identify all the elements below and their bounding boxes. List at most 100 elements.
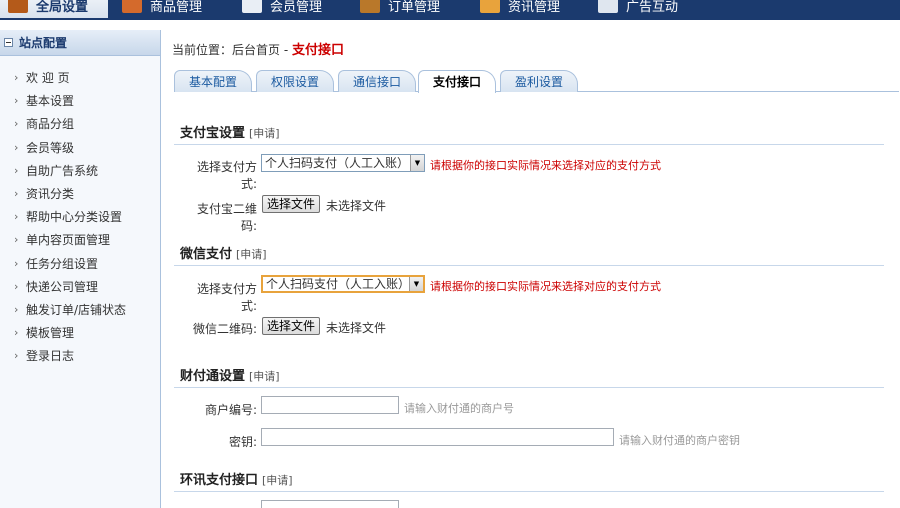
chevron-right-icon: ›: [14, 279, 19, 293]
sidebar-item-label: 任务分组设置: [26, 256, 99, 271]
tenpay-key-label: 密钥:: [228, 435, 257, 449]
chevron-right-icon: ›: [14, 349, 19, 363]
tenpay-merchant-label: 商户编号:: [204, 403, 257, 417]
sidebar-item-label: 登录日志: [26, 349, 75, 364]
list-icon: [598, 0, 618, 13]
wechat-method-hint: 请根据你的接口实际情况来选择对应的支付方式: [430, 280, 661, 293]
sidebar: 站点配置 › 欢 迎 页 › 基本设置 › 商品分组 › 会员等级 › 自助广告系统 › 资…: [0, 30, 161, 508]
chevron-right-icon: ›: [14, 163, 19, 177]
sidebar-item-label: 基本设置: [26, 94, 75, 109]
wechat-apply-link[interactable]: [申请]: [236, 248, 267, 261]
sidebar-item-member-level[interactable]: › 会员等级: [0, 136, 160, 159]
sidebar-item-trigger-status[interactable]: › 触发订单/店铺状态: [0, 298, 160, 321]
nav-global-settings[interactable]: 全局设置: [0, 0, 108, 18]
sidebar-item-news-category[interactable]: › 资讯分类: [0, 182, 160, 205]
sidebar-item-templates[interactable]: › 模板管理: [0, 321, 160, 344]
section-title-text: 财付通设置: [180, 369, 246, 384]
home-icon: [8, 0, 28, 13]
wallet-icon: [360, 0, 380, 13]
sidebar-item-express[interactable]: › 快递公司管理: [0, 275, 160, 298]
sidebar-item-goods-group[interactable]: › 商品分组: [0, 112, 160, 135]
nav-goods[interactable]: 商品管理: [122, 0, 202, 18]
huanxun-merchant-input[interactable]: [261, 500, 399, 508]
chevron-right-icon: ›: [14, 94, 19, 108]
tab-payment[interactable]: 支付接口: [418, 70, 497, 93]
sidebar-title: 站点配置: [19, 36, 68, 50]
sidebar-item-self-ads[interactable]: › 自助广告系统: [0, 159, 160, 182]
sidebar-item-single-page[interactable]: › 单内容页面管理: [0, 228, 160, 251]
nav-label: 会员管理: [270, 0, 323, 15]
grid-icon: [122, 0, 142, 13]
breadcrumb: 当前位置：后台首页 - 支付接口: [172, 39, 344, 58]
wechat-qr-label: 微信二维码:: [192, 322, 257, 336]
sidebar-item-help-category[interactable]: › 帮助中心分类设置: [0, 205, 160, 228]
user-card-icon: [242, 0, 262, 13]
main-content: 当前位置：后台首页 - 支付接口 基本配置 权限设置 通信接口 支付接口 盈利设…: [161, 30, 900, 508]
tenpay-key-input[interactable]: [261, 428, 614, 446]
nav-members[interactable]: 会员管理: [242, 0, 322, 18]
tab-basic-config[interactable]: 基本配置: [174, 70, 253, 92]
alipay-section-title: 支付宝设置 [申请]: [180, 122, 280, 141]
divider: [174, 491, 884, 492]
nav-label: 商品管理: [150, 0, 203, 15]
folder-icon: [480, 0, 500, 13]
sidebar-menu: › 欢 迎 页 › 基本设置 › 商品分组 › 会员等级 › 自助广告系统 › 资讯分类 ›…: [0, 56, 160, 367]
nav-label: 全局设置: [36, 0, 89, 15]
nav-ads[interactable]: 广告互动: [598, 0, 678, 18]
tenpay-merchant-input[interactable]: [261, 396, 399, 414]
tab-communication[interactable]: 通信接口: [338, 70, 417, 92]
nav-label: 资讯管理: [508, 0, 561, 15]
alipay-qr-label: 支付宝二维码:: [196, 202, 257, 233]
tab-bar: 基本配置 权限设置 通信接口 支付接口 盈利设置: [174, 70, 899, 93]
tab-permissions[interactable]: 权限设置: [256, 70, 335, 92]
collapse-minus-icon[interactable]: [4, 38, 13, 47]
sidebar-item-task-group[interactable]: › 任务分组设置: [0, 252, 160, 275]
chevron-right-icon: ›: [14, 187, 19, 201]
sidebar-item-label: 快递公司管理: [26, 279, 99, 294]
sidebar-item-label: 资讯分类: [26, 187, 75, 202]
huanxun-section-title: 环讯支付接口 [申请]: [180, 469, 293, 488]
wechat-section-title: 微信支付 [申请]: [180, 243, 267, 262]
wechat-method-select[interactable]: 个人扫码支付（人工入账） ▼: [261, 275, 425, 293]
chevron-right-icon: ›: [14, 302, 19, 316]
dropdown-arrow-icon[interactable]: ▼: [410, 155, 424, 171]
wechat-file-status: 未选择文件: [326, 321, 387, 335]
nav-label: 广告互动: [626, 0, 679, 15]
chevron-right-icon: ›: [14, 71, 19, 85]
wechat-choose-file-button[interactable]: 选择文件: [262, 317, 321, 335]
chevron-right-icon: ›: [14, 210, 19, 224]
alipay-method-select[interactable]: 个人扫码支付（人工入账） ▼: [261, 154, 425, 172]
sidebar-item-basic[interactable]: › 基本设置: [0, 89, 160, 112]
alipay-file-status: 未选择文件: [326, 199, 387, 213]
nav-label: 订单管理: [388, 0, 441, 15]
tenpay-apply-link[interactable]: [申请]: [249, 370, 280, 383]
sidebar-item-label: 模板管理: [26, 326, 75, 341]
divider: [174, 387, 884, 388]
select-value: 个人扫码支付（人工入账）: [265, 156, 410, 170]
alipay-apply-link[interactable]: [申请]: [249, 127, 280, 140]
sidebar-item-label: 欢 迎 页: [26, 71, 70, 86]
divider: [174, 144, 884, 145]
alipay-method-hint: 请根据你的接口实际情况来选择对应的支付方式: [430, 159, 661, 172]
sidebar-header[interactable]: 站点配置: [0, 30, 160, 56]
alipay-method-label: 选择支付方式:: [196, 160, 257, 191]
chevron-right-icon: ›: [14, 117, 19, 131]
wechat-method-label: 选择支付方式:: [196, 282, 257, 313]
sidebar-item-label: 单内容页面管理: [26, 233, 111, 248]
dropdown-arrow-icon[interactable]: ▼: [409, 277, 423, 291]
chevron-right-icon: ›: [14, 326, 19, 340]
sidebar-item-label: 商品分组: [26, 117, 75, 132]
nav-orders[interactable]: 订单管理: [360, 0, 440, 18]
nav-news[interactable]: 资讯管理: [480, 0, 560, 18]
sidebar-item-login-log[interactable]: › 登录日志: [0, 344, 160, 367]
select-value: 个人扫码支付（人工入账）: [266, 277, 411, 291]
sidebar-item-label: 触发订单/店铺状态: [26, 302, 127, 317]
chevron-right-icon: ›: [14, 256, 19, 270]
huanxun-apply-link[interactable]: [申请]: [262, 474, 293, 487]
sidebar-item-welcome[interactable]: › 欢 迎 页: [0, 66, 160, 89]
section-title-text: 支付宝设置: [180, 126, 246, 141]
tab-profit[interactable]: 盈利设置: [500, 70, 579, 92]
sidebar-item-label: 会员等级: [26, 140, 75, 155]
section-title-text: 环讯支付接口: [180, 473, 259, 488]
alipay-choose-file-button[interactable]: 选择文件: [262, 195, 321, 213]
